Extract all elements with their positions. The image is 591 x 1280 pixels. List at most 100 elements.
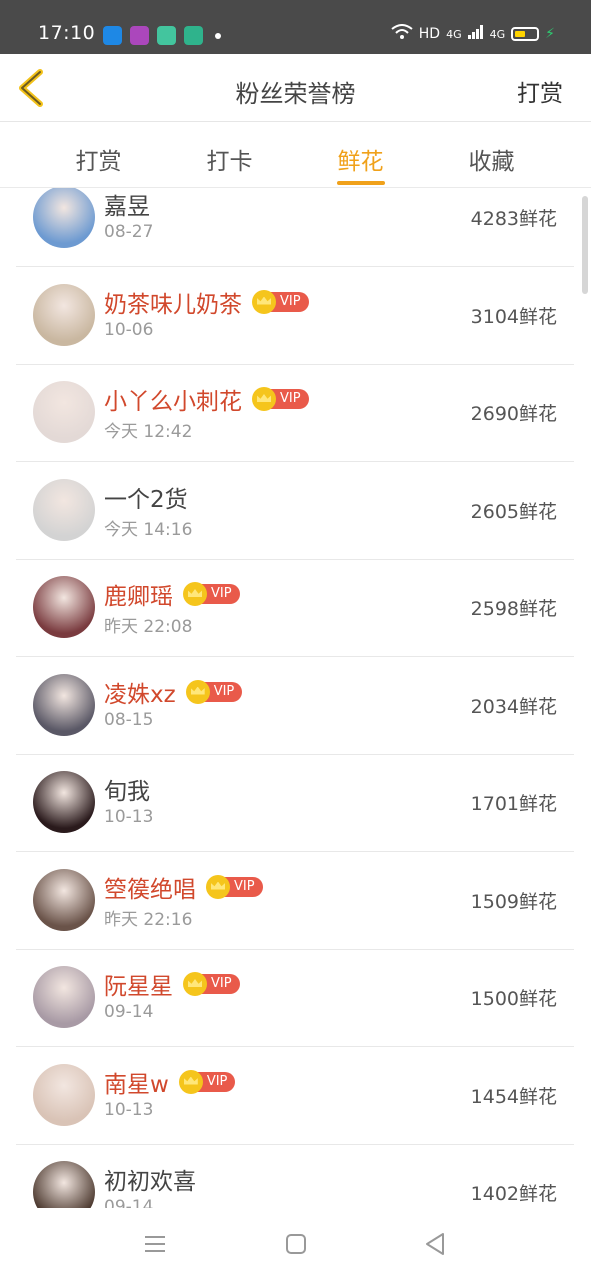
last-active-time: 09-14 — [104, 1002, 154, 1022]
last-active-time: 08-27 — [104, 222, 154, 242]
vip-badge: VIP — [183, 972, 240, 996]
page-title: 粉丝荣誉榜 — [235, 80, 356, 108]
list-item[interactable]: 凌姝xz VIP 08-15 2034鲜花 — [16, 658, 574, 755]
last-active-time: 今天 14:16 — [104, 519, 193, 540]
tab-label: 打赏 — [75, 149, 122, 175]
flower-count: 2598鲜花 — [470, 598, 557, 620]
avatar[interactable] — [33, 673, 95, 736]
more-notifications-icon — [215, 32, 221, 39]
list-item[interactable]: 嘉昱 08-27 4283鲜花 — [16, 188, 574, 267]
list-item[interactable]: 小丫么小刺花 VIP 今天 12:42 2690鲜花 — [16, 365, 574, 462]
last-active-time: 09-14 — [104, 1197, 154, 1208]
tab-bar: 打赏 打卡 鲜花 收藏 — [0, 122, 591, 188]
tab-tip[interactable]: 打赏 — [33, 122, 164, 187]
tab-label: 收藏 — [468, 149, 515, 175]
vip-badge: VIP — [183, 582, 240, 606]
flower-count: 1509鲜花 — [470, 890, 557, 913]
user-name[interactable]: 鹿卿瑶 VIP — [104, 577, 240, 611]
active-tab-indicator — [336, 181, 385, 185]
user-name-text: 奶茶味儿奶茶 — [104, 291, 242, 318]
status-time: 17:10 — [38, 22, 96, 44]
flower-count: 3104鲜花 — [470, 305, 557, 328]
video-app-icon — [103, 26, 122, 45]
vip-badge: VIP — [206, 874, 263, 899]
gallery-app-icon — [130, 26, 149, 45]
list-item[interactable]: 鹿卿瑶 VIP 昨天 22:08 2598鲜花 — [16, 560, 574, 657]
avatar[interactable] — [33, 771, 95, 833]
last-active-time: 昨天 22:16 — [104, 909, 193, 930]
list-item[interactable]: 奶茶味儿奶茶 VIP 10-06 3104鲜花 — [16, 268, 574, 365]
signal-1-label: 4G — [446, 27, 462, 41]
triangle-back-icon — [426, 1233, 444, 1255]
user-name[interactable]: 初初欢喜 — [104, 1162, 196, 1196]
last-active-time: 今天 12:42 — [104, 422, 193, 442]
flower-count: 1701鲜花 — [470, 793, 557, 815]
tab-label: 鲜花 — [337, 149, 384, 175]
scrollbar[interactable] — [582, 196, 588, 294]
vip-badge: VIP — [185, 679, 243, 704]
user-name-text: 阮星星 — [104, 974, 173, 1000]
user-name-text: 鹿卿瑶 — [104, 584, 173, 610]
system-nav-bar — [0, 1208, 591, 1280]
user-name[interactable]: 凌姝xz VIP — [104, 675, 243, 709]
notification-icons — [103, 26, 221, 45]
avatar[interactable] — [33, 966, 95, 1028]
user-name[interactable]: 嘉昱 — [104, 188, 150, 221]
user-name-text: 旬我 — [104, 779, 150, 805]
signal-icon — [467, 25, 484, 43]
tab-checkin[interactable]: 打卡 — [164, 122, 295, 187]
user-name[interactable]: 旬我 — [104, 772, 150, 806]
flower-count: 2605鲜花 — [470, 500, 557, 523]
last-active-time: 10-13 — [104, 1099, 154, 1120]
crown-icon — [252, 387, 276, 411]
crown-icon — [183, 582, 207, 606]
avatar[interactable] — [33, 576, 95, 638]
tab-label: 打卡 — [206, 149, 253, 175]
signal-2-label: 4G — [489, 27, 506, 41]
last-active-time: 10-13 — [104, 807, 154, 827]
last-active-time: 08-15 — [104, 709, 154, 730]
avatar[interactable] — [33, 381, 95, 443]
menu-button[interactable] — [141, 1230, 169, 1258]
avatar[interactable] — [33, 283, 95, 346]
flower-count: 1500鲜花 — [470, 988, 557, 1010]
vip-badge: VIP — [252, 387, 309, 411]
vip-badge: VIP — [178, 1069, 236, 1094]
avatar[interactable] — [33, 188, 95, 248]
list-item[interactable]: 旬我 10-13 1701鲜花 — [16, 755, 574, 852]
list-item[interactable]: 初初欢喜 09-14 1402鲜花 — [16, 1145, 574, 1208]
avatar[interactable] — [33, 478, 95, 541]
list-item[interactable]: 阮星星 VIP 09-14 1500鲜花 — [16, 950, 574, 1047]
status-bar: 17:10 HD 4G 4G ⚡ — [0, 0, 591, 54]
last-active-time: 昨天 22:08 — [104, 617, 193, 637]
user-name[interactable]: 南星w VIP — [104, 1065, 236, 1099]
user-name-text: 初初欢喜 — [104, 1169, 196, 1195]
crown-icon — [185, 679, 210, 704]
flower-count: 1454鲜花 — [470, 1085, 557, 1108]
list-item[interactable]: 一个2货今天 14:16 2605鲜花 — [16, 463, 574, 560]
fan-ranking-list[interactable]: 嘉昱 08-27 4283鲜花 奶茶味儿奶茶 VIP 10-06 3104鲜花 小丫么小刺花 V… — [0, 188, 591, 1208]
tab-flowers[interactable]: 鲜花 — [295, 122, 426, 187]
list-item[interactable]: 南星w VIP 10-13 1454鲜花 — [16, 1048, 574, 1145]
status-indicators: HD 4G 4G ⚡ — [391, 24, 555, 44]
flower-count: 4283鲜花 — [470, 208, 557, 230]
home-button[interactable] — [282, 1230, 310, 1258]
wifi-icon — [391, 24, 413, 44]
user-name[interactable]: 一个2货 — [104, 480, 188, 514]
message-app-icon — [157, 26, 176, 45]
avatar[interactable] — [33, 1063, 95, 1126]
flower-count: 2690鲜花 — [470, 403, 557, 425]
user-name[interactable]: 小丫么小刺花 VIP — [104, 382, 309, 416]
tab-favorites[interactable]: 收藏 — [426, 122, 557, 187]
user-name[interactable]: 奶茶味儿奶茶 VIP — [104, 285, 309, 319]
back-nav-button[interactable] — [422, 1230, 450, 1258]
vip-badge: VIP — [252, 289, 309, 314]
hd-indicator: HD — [418, 26, 441, 42]
list-item[interactable]: 箜篌绝唱 VIP 昨天 22:16 1509鲜花 — [16, 853, 574, 950]
avatar[interactable] — [33, 1161, 95, 1208]
avatar[interactable] — [33, 868, 95, 931]
tip-button[interactable]: 打赏 — [517, 74, 563, 108]
battery-icon — [511, 27, 540, 41]
user-name[interactable]: 阮星星 VIP — [104, 967, 240, 1001]
user-name[interactable]: 箜篌绝唱 VIP — [104, 870, 263, 904]
